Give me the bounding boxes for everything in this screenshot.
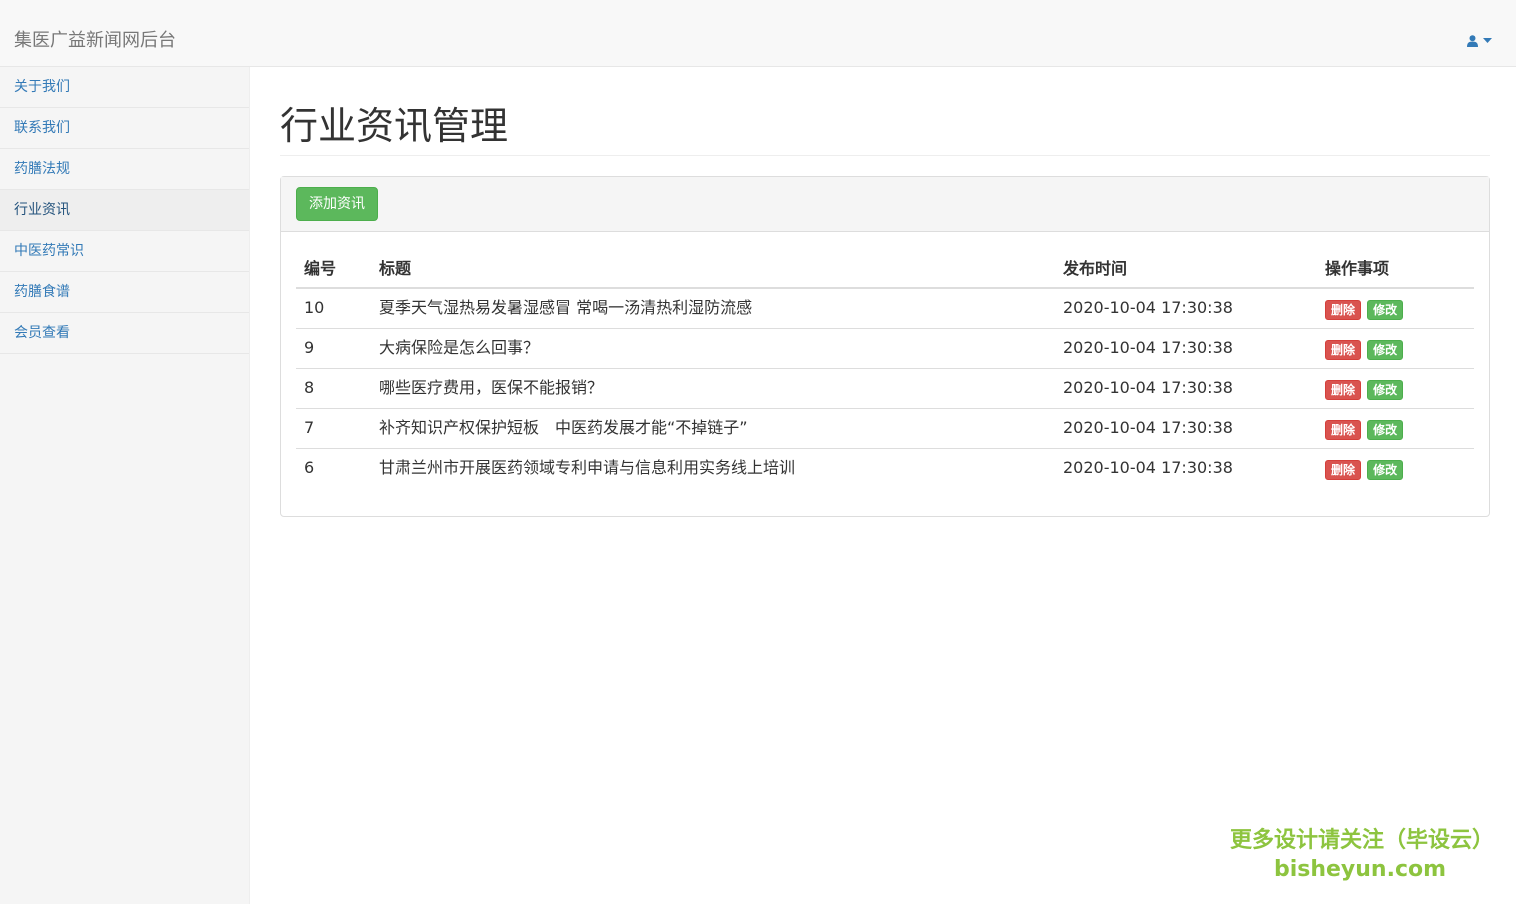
sidebar-item-herbal-diet-regulations[interactable]: 药膳法规: [0, 149, 249, 190]
sidebar-item-members[interactable]: 会员查看: [0, 313, 249, 354]
header-publish-time: 发布时间: [1055, 247, 1317, 289]
user-icon: [1467, 35, 1478, 47]
news-table: 编号 标题 发布时间 操作事项 10 夏季天气湿热易发暑湿感冒 常喝一汤清热利湿…: [296, 247, 1474, 488]
cell-id: 10: [304, 298, 325, 317]
cell-time: 2020-10-04 17:30:38: [1055, 368, 1317, 409]
cell-actions: 删除 修改: [1317, 368, 1474, 409]
cell-time: 2020-10-04 17:30:38: [1063, 298, 1233, 317]
cell-title: 夏季天气湿热易发暑湿感冒 常喝一汤清热利湿防流感: [379, 298, 753, 317]
cell-title: 甘肃兰州市开展医药领域专利申请与信息利用实务线上培训: [371, 448, 1055, 488]
panel-heading: 添加资讯: [281, 177, 1489, 232]
sidebar-nav: 关于我们 联系我们 药膳法规 行业资讯 中医药常识 药膳食谱 会员查看: [0, 67, 250, 904]
header-title: 标题: [371, 247, 1055, 289]
main-content: 行业资讯管理 添加资讯 编号 标题 发布时间 操作事项 10 夏季天气湿热易发暑…: [280, 67, 1490, 517]
header-id: 编号: [296, 247, 371, 289]
add-news-button[interactable]: 添加资讯: [296, 187, 378, 221]
top-navbar: 集医广益新闻网后台: [0, 0, 1516, 67]
cell-title: 补齐知识产权保护短板 中医药发展才能“不掉链子”: [371, 408, 1055, 449]
cell-time: 2020-10-04 17:30:38: [1055, 448, 1317, 488]
watermark-line-2: bisheyun.com: [1273, 857, 1447, 882]
cell-id: 7: [296, 408, 371, 449]
sidebar-item-herbal-recipes[interactable]: 药膳食谱: [0, 272, 249, 313]
user-menu-toggle[interactable]: [1467, 32, 1492, 50]
delete-button[interactable]: 删除: [1325, 380, 1362, 400]
cell-id: 6: [296, 448, 371, 488]
watermark-line-1: 更多设计请关注（毕设云）: [1230, 828, 1495, 853]
sidebar-item-contact-us[interactable]: 联系我们: [0, 108, 249, 149]
sidebar-item-about-us[interactable]: 关于我们: [0, 67, 249, 108]
table-row: 8 哪些医疗费用，医保不能报销？ 2020-10-04 17:30:38 删除 …: [296, 368, 1474, 409]
app-brand[interactable]: 集医广益新闻网后台: [14, 29, 176, 53]
cell-actions: 删除 修改: [1317, 448, 1474, 488]
caret-down-icon: [1483, 38, 1492, 44]
page-title: 行业资讯管理: [280, 104, 509, 148]
table-row: 7 补齐知识产权保护短板 中医药发展才能“不掉链子” 2020-10-04 17…: [296, 408, 1474, 449]
table-row: 9 大病保险是怎么回事？ 2020-10-04 17:30:38 删除 修改: [296, 328, 1474, 369]
news-panel: 添加资讯 编号 标题 发布时间 操作事项 10 夏季天气湿热易发暑湿感冒 常喝一…: [280, 176, 1490, 517]
delete-button[interactable]: 删除: [1325, 300, 1362, 320]
cell-actions: 删除 修改: [1317, 408, 1474, 449]
delete-button[interactable]: 删除: [1325, 420, 1362, 440]
cell-actions: 删除 修改: [1317, 288, 1474, 329]
edit-button[interactable]: 修改: [1367, 460, 1404, 480]
sidebar-item-tcm-knowledge[interactable]: 中医药常识: [0, 231, 249, 272]
edit-button[interactable]: 修改: [1367, 340, 1404, 360]
cell-time: 2020-10-04 17:30:38: [1055, 408, 1317, 449]
table-header-row: 编号 标题 发布时间 操作事项: [296, 247, 1474, 289]
cell-time: 2020-10-04 17:30:38: [1055, 328, 1317, 369]
edit-button[interactable]: 修改: [1367, 380, 1404, 400]
table-row: 10 夏季天气湿热易发暑湿感冒 常喝一汤清热利湿防流感 2020-10-04 1…: [296, 288, 1474, 329]
panel-body: 编号 标题 发布时间 操作事项 10 夏季天气湿热易发暑湿感冒 常喝一汤清热利湿…: [281, 232, 1489, 503]
cell-title: 哪些医疗费用，医保不能报销？: [371, 368, 1055, 409]
cell-actions: 删除 修改: [1317, 328, 1474, 369]
cell-id: 9: [296, 328, 371, 369]
page-header: 行业资讯管理: [280, 105, 1490, 156]
edit-button[interactable]: 修改: [1367, 420, 1404, 440]
delete-button[interactable]: 删除: [1325, 340, 1362, 360]
cell-id: 8: [296, 368, 371, 409]
delete-button[interactable]: 删除: [1325, 460, 1362, 480]
watermark: 更多设计请关注（毕设云） bisheyun.com: [1230, 826, 1495, 884]
header-actions: 操作事项: [1317, 247, 1474, 289]
table-row: 6 甘肃兰州市开展医药领域专利申请与信息利用实务线上培训 2020-10-04 …: [296, 448, 1474, 488]
edit-button[interactable]: 修改: [1367, 300, 1404, 320]
cell-title: 大病保险是怎么回事？: [371, 328, 1055, 369]
sidebar-item-industry-news[interactable]: 行业资讯: [0, 190, 249, 231]
